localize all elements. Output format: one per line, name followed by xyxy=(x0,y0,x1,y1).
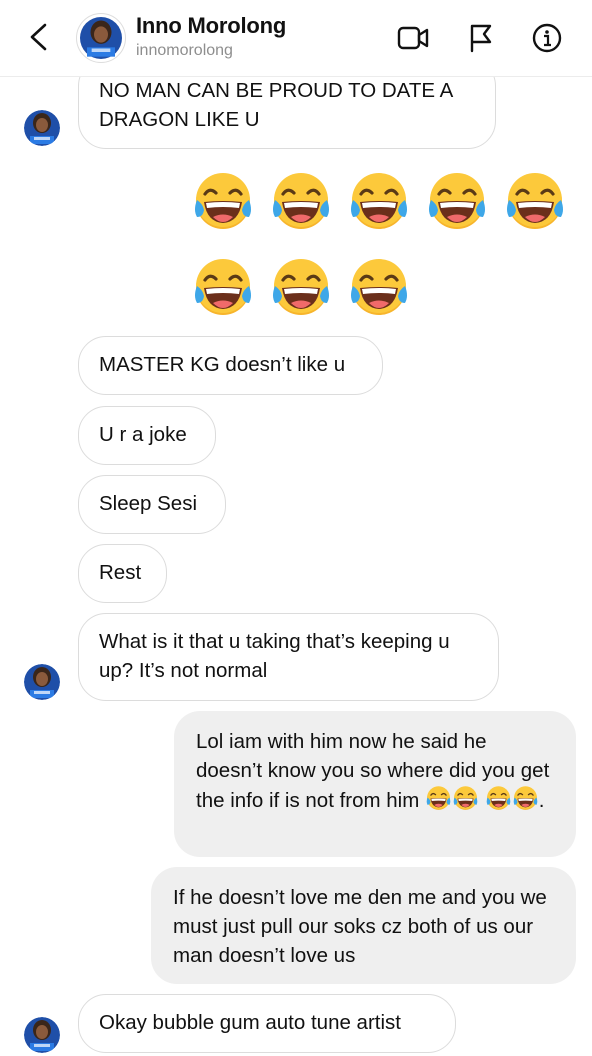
message-trailing-text: . xyxy=(538,789,545,812)
sender-avatar[interactable] xyxy=(24,110,60,146)
laughing-emoji-icon xyxy=(425,170,489,234)
chat-header: Inno Morolong innomorolong xyxy=(0,0,592,77)
laughing-emoji-icon xyxy=(269,170,333,234)
message-incoming[interactable]: What is it that u taking that’s keeping … xyxy=(78,613,499,701)
laughing-emoji-icon xyxy=(425,785,452,812)
message-text: Rest xyxy=(99,561,142,584)
message-incoming[interactable]: Rest xyxy=(78,544,167,603)
message-text: U r a joke xyxy=(99,423,187,446)
header-avatar[interactable] xyxy=(76,13,126,63)
laughing-emoji-icon xyxy=(347,256,411,320)
contact-username[interactable]: innomorolong xyxy=(136,42,233,60)
laughing-emoji-icon xyxy=(485,785,512,812)
contact-name[interactable]: Inno Morolong xyxy=(136,13,286,39)
laughing-emoji-icon xyxy=(269,256,333,320)
laughing-emoji-icon xyxy=(503,170,567,234)
message-text: What is it that u taking that’s keeping … xyxy=(99,630,450,682)
message-text: MASTER KG doesn’t like u xyxy=(99,353,346,376)
message-outgoing[interactable]: If he doesn’t love me den me and you we … xyxy=(151,867,576,984)
info-icon[interactable] xyxy=(530,22,564,54)
flag-icon[interactable] xyxy=(464,22,498,54)
laughing-emoji-icon xyxy=(347,170,411,234)
laughing-emoji-icon xyxy=(191,170,255,234)
message-text: Okay bubble gum auto tune artist xyxy=(99,1011,401,1034)
message-incoming[interactable]: U r a joke xyxy=(78,406,216,465)
message-outgoing[interactable]: Lol iam with him now he said he doesn’t … xyxy=(174,711,576,857)
sender-avatar[interactable] xyxy=(24,664,60,700)
message-incoming[interactable]: Okay bubble gum auto tune artist xyxy=(78,994,456,1053)
message-text: If he doesn’t love me den me and you we … xyxy=(173,886,547,967)
laughing-emoji-icon xyxy=(512,785,539,812)
laughing-emoji-icon xyxy=(191,256,255,320)
message-text: Sleep Sesi xyxy=(99,492,198,515)
message-incoming[interactable]: Sleep Sesi xyxy=(78,475,226,534)
message-text: NO MAN CAN BE PROUD TO DATE A DRAGON LIK… xyxy=(99,79,453,131)
video-camera-icon[interactable] xyxy=(396,22,430,54)
sender-avatar[interactable] xyxy=(24,1017,60,1053)
profile-photo xyxy=(80,17,122,59)
chevron-left-icon[interactable] xyxy=(24,20,54,54)
laughing-emoji-icon xyxy=(452,785,479,812)
message-incoming[interactable]: MASTER KG doesn’t like u xyxy=(78,336,383,395)
